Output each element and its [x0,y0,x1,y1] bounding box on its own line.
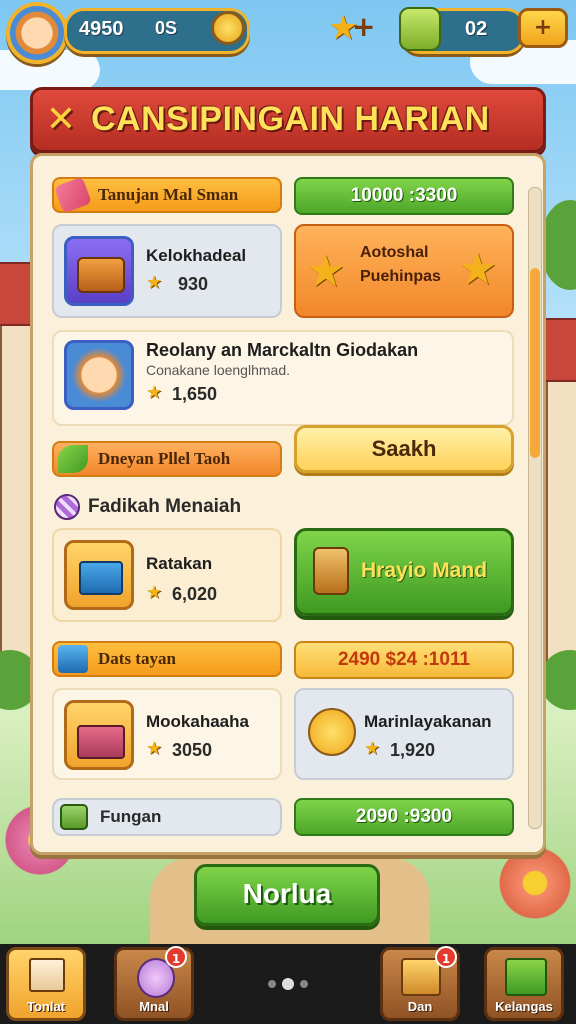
section-title: Dats tayan [98,649,176,668]
nav-label: Kelangas [495,999,553,1014]
plus-label: + [352,10,376,43]
section-title: Fadikah Menaiah [88,496,242,517]
character-card[interactable]: Reolany an Marckaltn Giodakan Conakane l… [52,330,514,426]
nav-home[interactable]: Tonlat [6,947,86,1021]
plus-label: + [533,15,553,40]
reward-card[interactable]: Ratakan ★ 6,020 [52,528,282,622]
treasure-chest-icon [64,236,134,306]
crate-icon [401,958,441,996]
bonus-card[interactable]: ★ Aotoshal Puehinpas ★ [294,224,514,318]
gift-icon [58,645,88,673]
star-icon: ★ [146,382,163,403]
close-button[interactable]: ✕ [43,100,79,140]
coin-icon [211,11,245,45]
page-dot [300,980,308,988]
trophy-icon [313,547,349,595]
section-header: Dneyan Pllel Taoh [52,441,282,477]
gift-box-icon [64,700,134,770]
star-icon: ★ [458,244,498,295]
page-dot [268,980,276,988]
gem-amount: 02 [465,18,488,40]
section-title: Dneyan Pllel Taoh [98,449,231,468]
notification-badge: 1 [165,946,187,968]
nav-mail[interactable]: 1 Mnal [114,946,194,1021]
score-bar: 2490 $24 :1011 [294,641,514,679]
leaf-icon [58,445,88,473]
reward-card[interactable]: Marinlayakanan ★ 1,920 [294,688,514,780]
claim-label: Hrayio Mand [361,559,488,582]
coin-counter: 4950 0S [64,8,250,54]
eraser-icon [54,176,92,214]
coin-sub-amount: 0S [155,18,178,38]
banner-title: CANSIPINGAIN HARIAN [91,100,490,138]
section-title: Tanujan Mal Sman [98,185,239,204]
player-avatar[interactable] [6,2,68,64]
card-value: 930 [178,274,209,294]
title-banner: ✕ CANSIPINGAIN HARIAN [30,87,546,153]
star-icon: ★ [146,582,163,603]
nav-label: Dan [407,999,433,1014]
card-value: 1,650 [172,384,218,404]
claim-button[interactable]: Hrayio Mand [294,528,514,616]
card-value: 3050 [172,740,213,760]
notification-badge: 1 [435,946,457,968]
nav-bag[interactable]: Kelangas [484,947,564,1021]
character-portrait-icon [64,340,134,410]
star-plus-button[interactable]: ★ + [328,8,384,50]
card-title: Reolany an Marckaltn Giodakan [146,340,419,360]
main-action-button[interactable]: Norlua [194,864,380,926]
nav-shop[interactable]: 1 Dan [380,946,460,1021]
gem-counter: 02 [399,7,526,54]
star-icon: ★ [146,272,163,293]
star-icon: ★ [364,738,381,759]
candy-icon [54,494,80,520]
panel-scrollbar[interactable] [528,187,542,829]
add-gems-button[interactable]: + [518,8,568,48]
card-value: 1,920 [390,740,436,760]
card-subtitle: Conakane loenglhmad. [146,362,290,378]
card-title: Marinlayakanan [364,712,492,731]
box-icon [64,540,134,610]
page-dot-active [282,978,294,990]
card-title: Mookahaaha [146,712,249,731]
bonus-subtitle: Puehinpas [360,268,441,285]
progress-bar: 2090 :9300 [294,798,514,836]
scrollbar-thumb[interactable] [530,268,540,458]
card-value: 6,020 [172,584,218,604]
gift-crate-icon [505,958,547,996]
section-header-plain: Fadikah Menaiah [52,490,292,526]
nav-label: Mnal [139,999,169,1014]
gem-bag-icon [399,7,441,51]
reward-card[interactable]: Kelokhadeal ★ 930 [52,224,282,318]
coin-amount: 4950 [79,18,124,40]
nav-label: Tonlat [26,999,66,1014]
search-button[interactable]: Saakh [294,425,514,473]
section-header: Fungan [52,798,282,836]
star-icon: ★ [146,738,163,759]
card-title: Kelokhadeal [146,246,247,265]
smiley-icon [308,708,356,756]
bonus-title: Aotoshal [360,244,429,261]
page-indicator [268,978,312,990]
section-title: Fungan [100,807,162,826]
section-header: Tanujan Mal Sman [52,176,282,214]
section-header: Dats tayan [52,641,282,677]
star-icon: ★ [306,246,346,297]
card-title: Ratakan [146,554,213,573]
progress-bar: 10000 :3300 [294,177,514,215]
robot-icon [60,804,88,830]
reward-card[interactable]: Mookahaaha ★ 3050 [52,688,282,780]
house-icon [29,958,65,992]
